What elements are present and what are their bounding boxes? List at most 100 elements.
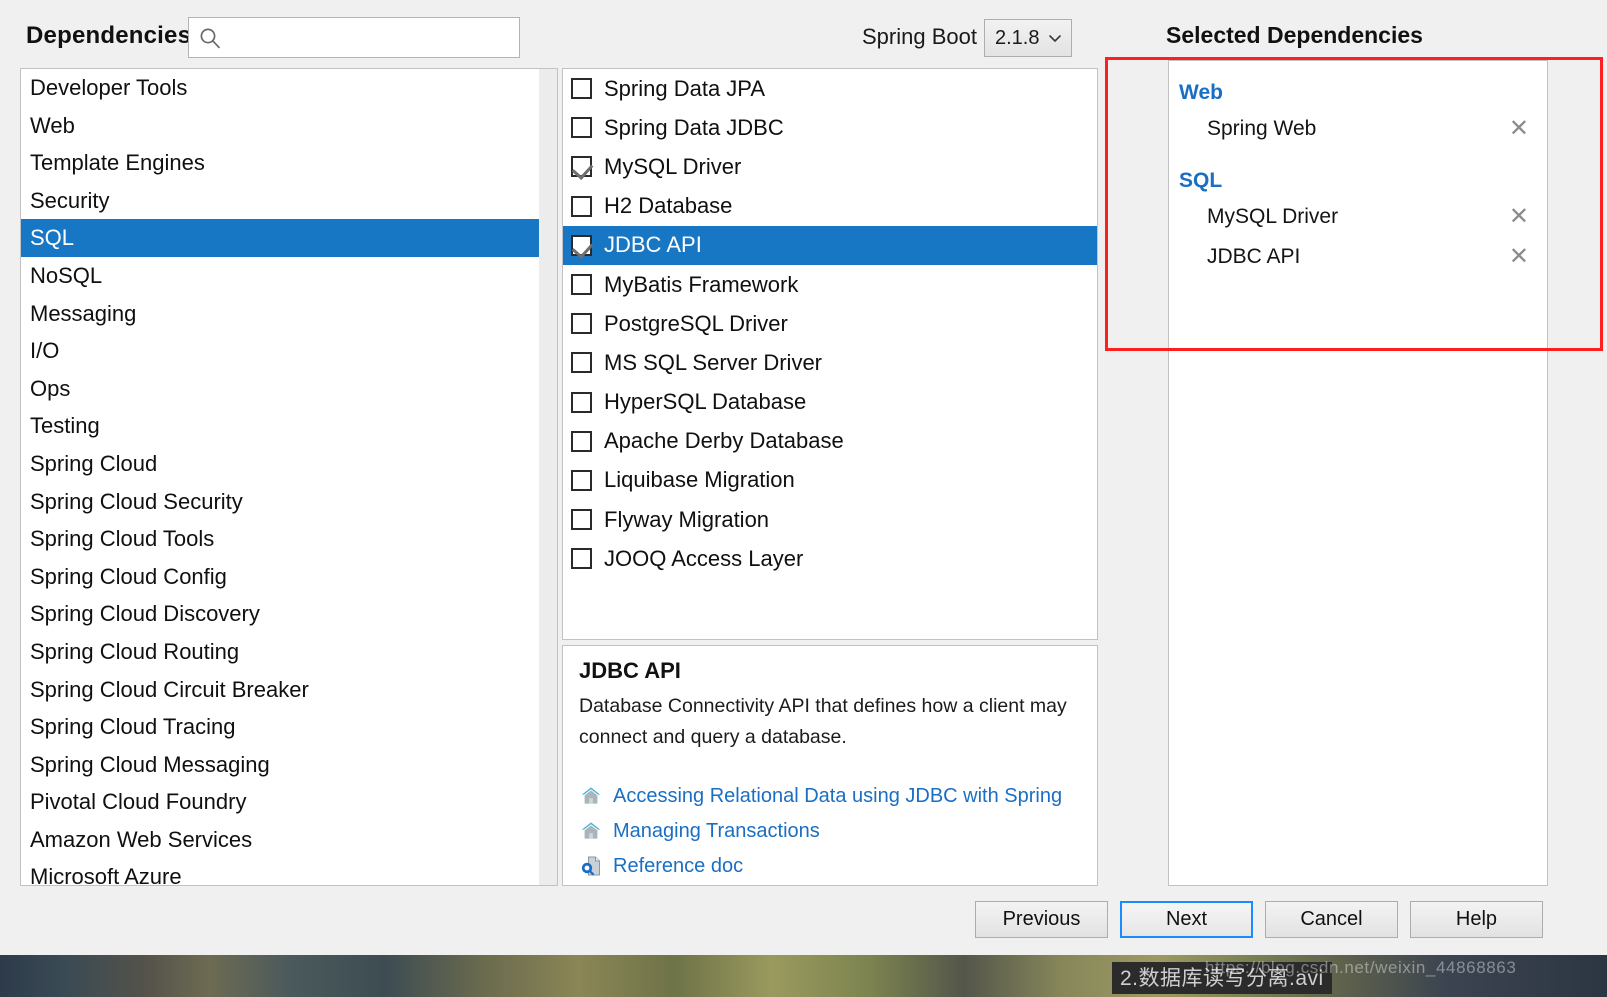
checkbox-checked-icon[interactable] xyxy=(571,234,592,256)
previous-button[interactable]: Previous xyxy=(975,901,1108,938)
checkbox-unchecked-icon[interactable] xyxy=(571,274,592,296)
close-icon[interactable]: ✕ xyxy=(1509,117,1529,141)
category-item[interactable]: Pivotal Cloud Foundry xyxy=(21,783,558,821)
category-item-label: Security xyxy=(30,187,110,213)
dependency-item[interactable]: HyperSQL Database xyxy=(563,383,1097,422)
description-pane: JDBC API Database Connectivity API that … xyxy=(562,645,1098,886)
category-item-label: Developer Tools xyxy=(30,75,188,100)
document-search-icon xyxy=(579,854,603,878)
category-item[interactable]: Ops xyxy=(21,370,558,408)
category-item[interactable]: Security xyxy=(21,182,558,220)
category-item[interactable]: Web xyxy=(21,107,558,145)
search-input[interactable] xyxy=(221,18,519,57)
category-item[interactable]: Spring Cloud Circuit Breaker xyxy=(21,671,558,709)
category-item-label: Amazon Web Services xyxy=(30,826,253,852)
checkbox-unchecked-icon[interactable] xyxy=(571,313,592,335)
category-list-scrollbar[interactable] xyxy=(539,68,558,886)
dependency-item[interactable]: JOOQ Access Layer xyxy=(563,539,1097,578)
dependency-item-label: JDBC API xyxy=(604,232,702,258)
dependency-item[interactable]: MySQL Driver xyxy=(563,147,1097,186)
dependency-item-label: MyBatis Framework xyxy=(604,271,799,297)
dependency-item-label: MS SQL Server Driver xyxy=(604,349,823,375)
dependency-item[interactable]: Spring Data JPA xyxy=(563,69,1097,108)
dependency-item-label: Flyway Migration xyxy=(604,506,770,532)
checkbox-unchecked-icon[interactable] xyxy=(571,195,592,217)
checkbox-unchecked-icon[interactable] xyxy=(571,430,592,452)
spring-boot-version-select[interactable]: 2.1.8 xyxy=(984,19,1072,57)
category-item[interactable]: Spring Cloud Config xyxy=(21,558,558,596)
description-link[interactable]: Reference doc xyxy=(579,849,1062,883)
dependency-item[interactable]: H2 Database xyxy=(563,187,1097,226)
selected-dependency-label: MySQL Driver xyxy=(1207,205,1339,228)
description-link-label: Managing Transactions xyxy=(613,819,820,842)
dependency-item[interactable]: Apache Derby Database xyxy=(563,422,1097,461)
category-item-label: Spring Cloud Discovery xyxy=(30,601,260,627)
checkbox-unchecked-icon[interactable] xyxy=(571,548,592,570)
category-item[interactable]: Spring Cloud Security xyxy=(21,483,558,521)
dependency-item[interactable]: Spring Data JDBC xyxy=(563,108,1097,147)
category-item[interactable]: Testing xyxy=(21,407,558,445)
category-item[interactable]: Spring Cloud Tools xyxy=(21,520,558,558)
description-body: Database Connectivity API that defines h… xyxy=(579,695,1067,748)
checkbox-unchecked-icon[interactable] xyxy=(571,391,592,413)
checkbox-unchecked-icon[interactable] xyxy=(571,117,592,139)
category-item[interactable]: Microsoft Azure xyxy=(21,858,558,886)
category-item[interactable]: Spring Cloud Tracing xyxy=(21,708,558,746)
checkbox-unchecked-icon[interactable] xyxy=(571,509,592,531)
dependency-item[interactable]: PostgreSQL Driver xyxy=(563,304,1097,343)
dependency-item[interactable]: MS SQL Server Driver xyxy=(563,343,1097,382)
dependency-item-label: HyperSQL Database xyxy=(604,389,807,415)
category-item[interactable]: Spring Cloud Discovery xyxy=(21,595,558,633)
selected-dependency-label: Spring Web xyxy=(1207,117,1317,140)
category-item[interactable]: Developer Tools xyxy=(21,69,558,107)
checkbox-unchecked-icon[interactable] xyxy=(571,352,592,374)
dependency-item[interactable]: Liquibase Migration xyxy=(563,461,1097,500)
description-links: Accessing Relational Data using JDBC wit… xyxy=(579,779,1062,884)
dependency-item[interactable]: MyBatis Framework xyxy=(563,265,1097,304)
dependency-item-label: Liquibase Migration xyxy=(604,467,795,493)
page-title: Dependencies xyxy=(26,22,192,49)
spring-boot-version-value: 2.1.8 xyxy=(995,26,1040,49)
chevron-down-icon xyxy=(1047,30,1063,46)
category-item-label: NoSQL xyxy=(30,262,103,288)
category-item[interactable]: Amazon Web Services xyxy=(21,821,558,859)
selected-dependency-row: JDBC API ✕ xyxy=(1169,237,1547,277)
category-list-pane: Developer Tools Web Template Engines Securi… xyxy=(20,68,558,886)
cancel-button[interactable]: Cancel xyxy=(1265,901,1398,938)
next-button[interactable]: Next xyxy=(1120,901,1253,938)
category-item-label: Spring Cloud Messaging xyxy=(30,751,270,777)
spring-boot-label: Spring Boot xyxy=(862,24,977,49)
checkbox-checked-icon[interactable] xyxy=(571,156,592,178)
help-button[interactable]: Help xyxy=(1410,901,1543,938)
category-item-label: Template Engines xyxy=(30,150,205,176)
dependency-item-label: Spring Data JDBC xyxy=(604,114,784,140)
close-icon[interactable]: ✕ xyxy=(1509,205,1529,229)
category-item[interactable]: SQL xyxy=(21,219,558,257)
checkbox-unchecked-icon[interactable] xyxy=(571,469,592,491)
dependency-list: Spring Data JPA Spring Data JDBC MySQL Dri… xyxy=(563,69,1097,578)
description-link[interactable]: Accessing Relational Data using JDBC wit… xyxy=(579,779,1062,813)
category-item[interactable]: Spring Cloud xyxy=(21,445,558,483)
description-title: JDBC API xyxy=(579,658,681,683)
category-item-label: I/O xyxy=(30,338,60,364)
category-item-label: SQL xyxy=(30,225,75,251)
category-item[interactable]: Messaging xyxy=(21,295,558,333)
search-box[interactable] xyxy=(188,17,520,58)
category-item-label: Spring Cloud Circuit Breaker xyxy=(30,676,309,702)
category-item-label: Web xyxy=(30,112,75,138)
dependency-item-label: JOOQ Access Layer xyxy=(604,545,804,571)
close-icon[interactable]: ✕ xyxy=(1509,245,1529,269)
description-link[interactable]: Managing Transactions xyxy=(579,814,1062,848)
category-item[interactable]: Spring Cloud Messaging xyxy=(21,746,558,784)
category-item[interactable]: NoSQL xyxy=(21,257,558,295)
category-item-label: Messaging xyxy=(30,300,137,326)
category-item[interactable]: I/O xyxy=(21,332,558,370)
category-item-label: Microsoft Azure xyxy=(30,864,182,886)
dependency-item[interactable]: Flyway Migration xyxy=(563,500,1097,539)
category-item[interactable]: Template Engines xyxy=(21,144,558,182)
category-item[interactable]: Spring Cloud Routing xyxy=(21,633,558,671)
dependency-item-label: Spring Data JPA xyxy=(604,75,766,101)
dependency-item-label: Apache Derby Database xyxy=(604,428,844,454)
dependency-item[interactable]: JDBC API xyxy=(563,225,1097,265)
checkbox-unchecked-icon[interactable] xyxy=(571,78,592,100)
